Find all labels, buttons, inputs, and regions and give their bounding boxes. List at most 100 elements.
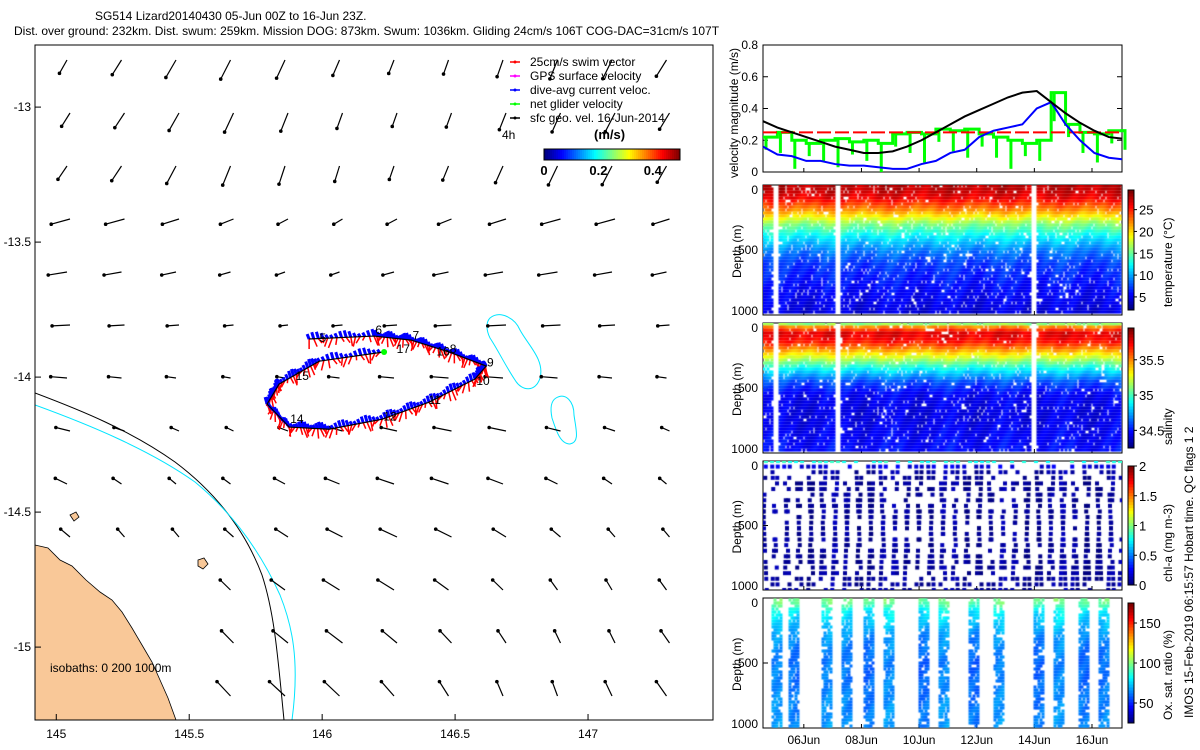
current-arrow-head [549,527,553,531]
colorbar-cell [588,149,590,160]
dive-avg-current-vector [361,417,363,423]
colorbar-cell [1128,672,1134,676]
current-arrow [378,580,394,590]
colorbar-cell [1128,475,1134,478]
colorbar-cell [1128,385,1134,389]
current-arrow [55,478,67,484]
current-arrow-head [275,375,279,379]
current-arrow-head [498,128,502,132]
current-arrow-head [442,72,446,76]
current-arrow-head [548,578,552,582]
colorbar-cell [1128,690,1134,694]
colorbar-cell [1128,211,1134,215]
oxygen-colorbar-label: Ox. sat. ratio (%) [1161,630,1175,720]
swim-vector [418,343,420,347]
day-label: 11 [429,393,442,407]
colorbar-cell [632,149,634,160]
current-arrow-head [594,222,598,226]
current-arrow [661,631,669,643]
current-arrow-head [220,629,224,633]
dive-avg-current-vector [335,423,337,428]
current-arrow [112,60,121,75]
colorbar-cell [1128,540,1134,543]
legend-label: sfc geo. vel. 16-Jun-2014 [530,111,665,125]
salinity-colorbar-label: salinity [1161,408,1175,445]
colorbar-cell [1128,232,1134,236]
colorbar-cell [1128,579,1134,582]
y-tick-label: 0.4 [741,102,758,116]
current-arrow [652,272,666,275]
current-arrow-head [331,74,335,78]
swim-vector [277,388,278,395]
x-tick-label: 06Jun [787,733,820,747]
current-arrow-head [104,222,108,226]
colorbar-cell [636,149,638,160]
current-arrow [59,60,67,73]
colorbar-cell [1128,304,1134,308]
isobaths-label: isobaths: 0 200 1000m [50,661,171,675]
dive-avg-current-vector [450,384,452,391]
current-arrow-head [540,222,544,226]
map-frame [35,45,713,720]
current-arrow [596,219,615,224]
current-arrow-head [110,73,114,77]
current-arrow [48,272,67,275]
dive-avg-current-vector [331,352,333,359]
colorbar-cell [1128,666,1134,670]
dive-avg-current-vector [443,390,445,394]
current-arrow-head [273,477,277,481]
dive-avg-current-vector [312,332,314,339]
current-arrow-head [275,76,279,80]
current-arrow-head [385,222,389,226]
dive-avg-current-vector [453,383,455,389]
current-arrow-head [160,273,164,277]
colorbar-cell [1128,229,1134,233]
current-arrow [270,682,285,696]
colorbar-cell [566,149,568,160]
current-arrow [605,682,612,696]
colorbar-cell [1128,496,1134,499]
current-arrow [335,166,340,181]
y-tick-label: 1000 [731,442,758,456]
current-arrow [439,682,448,696]
current-arrow-head [381,629,385,633]
colorbar-cell [1128,262,1134,266]
colorbar-cell [1128,388,1134,392]
current-arrow [656,682,666,696]
current-arrow-head [541,324,545,328]
dive-avg-current-vector [373,417,375,421]
colorbar-cell [604,149,606,160]
colorbar-cell [1128,636,1134,640]
current-arrow [542,219,561,224]
dive-avg-current-vector [359,349,361,356]
current-arrow-head [111,477,115,481]
current-arrow [52,325,70,326]
colorbar-cell [1128,346,1134,350]
colorbar-cell [1128,645,1134,649]
dive-avg-current-vector [409,335,411,341]
y-tick-label: 1000 [731,304,758,318]
map-legend: 25cm/s swim vectorGPS surface velocitydi… [502,55,680,178]
current-arrow [656,60,666,76]
current-arrow-head [434,527,438,531]
title-line1: SG514 Lizard20140430 05-Jun 00Z to 16-Ju… [95,9,367,23]
day-label: 10 [476,374,490,388]
colorbar-cell [1128,481,1134,484]
colorbar-cell [644,149,646,160]
chl-a-section-plot [763,461,1122,590]
current-arrow-head [550,680,554,684]
legend-marker [514,75,517,78]
colorbar-cell [1128,708,1134,712]
current-arrow [166,60,176,77]
current-arrow-head [547,183,551,187]
colorbar-cell [556,149,558,160]
current-arrow-head [221,183,225,187]
colorbar-cell [580,149,582,160]
current-arrow [555,631,561,643]
colorbar-cell [1128,528,1134,531]
colorbar-tick-label: 0 [540,163,547,178]
current-arrow-head [379,426,383,430]
current-arrow-head [604,578,608,582]
colorbar-cell [584,149,586,160]
current-arrow-head [491,578,495,582]
